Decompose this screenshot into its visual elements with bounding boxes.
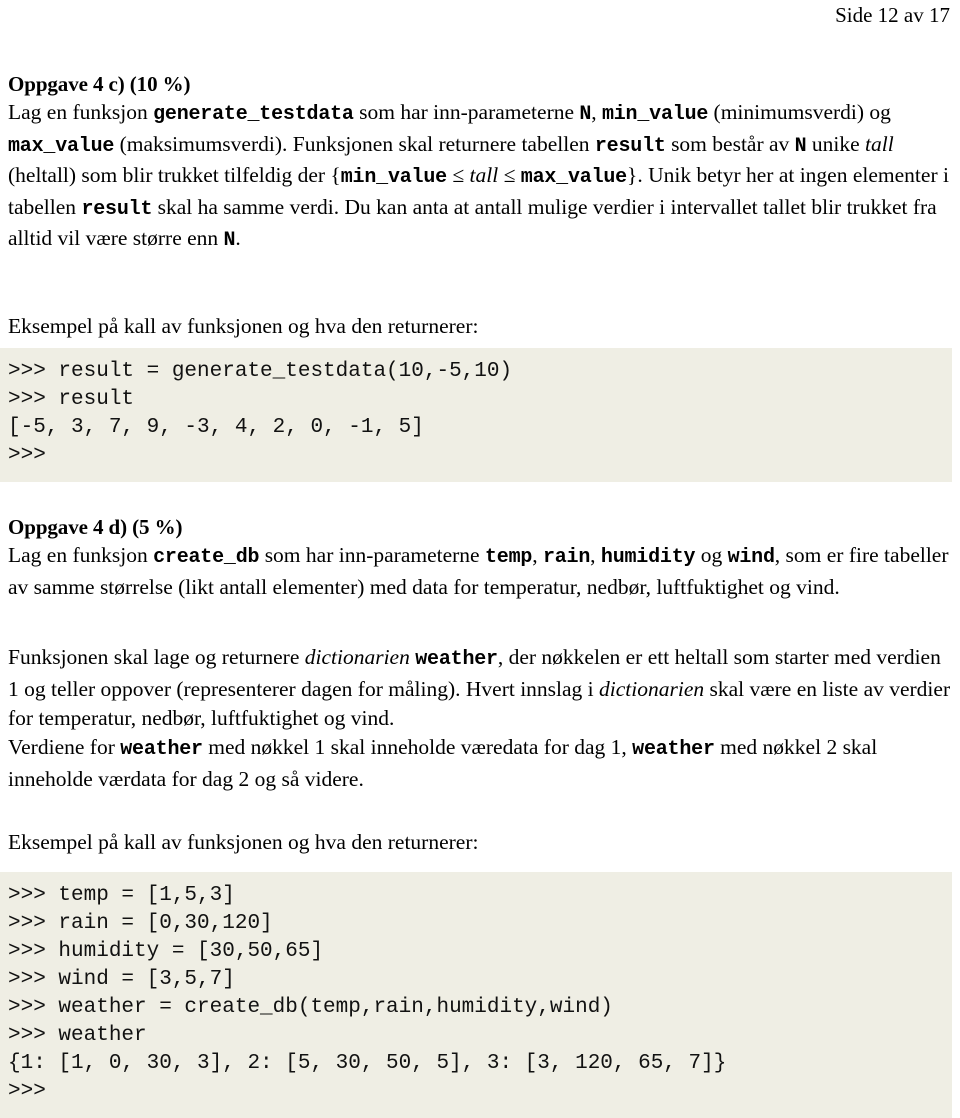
text-run: (maksimumsverdi). Funksjonen skal return…: [114, 131, 595, 156]
code-token-weather: weather: [415, 648, 498, 671]
code-token-result: result: [594, 134, 666, 158]
less-equal-symbol-2: ≤: [498, 163, 521, 187]
less-equal-symbol: ≤: [446, 163, 470, 187]
text-run: Funksjonen skal lage og returnere: [8, 645, 305, 669]
task-4d-paragraph-3: Verdiene for weather med nøkkel 1 skal i…: [8, 733, 952, 794]
code-token-n-3: N: [223, 229, 236, 252]
code-token-min-value: min_value: [601, 103, 709, 126]
text-run: ,: [532, 543, 543, 567]
code-token-generate-testdata: generate_testdata: [153, 103, 354, 126]
code-token-min-value-2: min_value: [340, 166, 447, 189]
example-label-4d-wrap: Eksempel på kall av funksjonen og hva de…: [8, 828, 952, 858]
code-token-weather-2: weather: [120, 738, 203, 761]
code-token-humidity: humidity: [600, 546, 696, 569]
text-run: som har inn-parameterne: [353, 100, 580, 124]
text-run: Lag en funksjon: [8, 543, 154, 567]
text-run: og: [695, 543, 728, 567]
text-run: {: [330, 163, 341, 187]
text-run: som består av: [665, 131, 795, 156]
text-run: Lag en funksjon: [8, 100, 154, 124]
text-run: }: [626, 163, 638, 187]
example-label-4d: Eksempel på kall av funksjonen og hva de…: [8, 830, 479, 854]
emphasis-dictionarien: dictionarien: [304, 645, 410, 669]
text-run: (heltall) som blir trukket tilfeldig der: [8, 163, 331, 187]
task-4c-body: Lag en funksjon generate_testdata som ha…: [8, 98, 952, 256]
task-4d-paragraph-3-wrap: Verdiene for weather med nøkkel 1 skal i…: [8, 733, 952, 794]
page-number-header: Side 12 av 17: [835, 3, 950, 27]
code-block-4d: >>> temp = [1,5,3] >>> rain = [0,30,120]…: [0, 872, 952, 1118]
text-run: ,: [590, 543, 601, 567]
example-label-4c: Eksempel på kall av funksjonen og hva de…: [8, 314, 479, 338]
code-block-4c: >>> result = generate_testdata(10,-5,10)…: [0, 348, 952, 482]
text-run: som har inn-parameterne: [259, 543, 485, 567]
code-block-4c-wrap: >>> result = generate_testdata(10,-5,10)…: [0, 348, 952, 482]
code-token-rain: rain: [542, 546, 591, 569]
document-page: Side 12 av 17 Oppgave 4 c) (10 %) Lag en…: [0, 0, 960, 1118]
text-run: Verdiene for: [8, 735, 121, 759]
code-token-weather-3: weather: [632, 738, 715, 761]
code-token-max-value-2: max_value: [520, 166, 627, 189]
task-4c-heading: Oppgave 4 c) (10 %): [8, 72, 191, 96]
emphasis-tall: tall: [865, 131, 894, 156]
text-run: med nøkkel 1 skal inneholde væredata for…: [202, 735, 633, 759]
text-run: unike: [806, 131, 865, 156]
code-token-create-db: create_db: [153, 546, 260, 569]
code-token-n-2: N: [794, 134, 807, 158]
task-4c-section: Oppgave 4 c) (10 %) Lag en funksjon gene…: [8, 70, 952, 256]
code-token-wind: wind: [727, 546, 775, 569]
task-4d-paragraph-2-wrap: Funksjonen skal lage og returnere dictio…: [8, 643, 952, 734]
code-token-result-2: result: [81, 197, 153, 221]
text-run: .: [235, 226, 241, 250]
code-token-n: N: [579, 103, 592, 126]
emphasis-dictionarien-2: dictionarien: [599, 676, 705, 701]
example-label-4c-wrap: Eksempel på kall av funksjonen og hva de…: [8, 312, 952, 342]
task-4d-paragraph-2: Funksjonen skal lage og returnere dictio…: [8, 643, 952, 734]
text-run: (minimumsverdi) og: [708, 100, 891, 124]
task-4d-heading: Oppgave 4 d) (5 %): [8, 515, 183, 539]
task-4d-section: Oppgave 4 d) (5 %) Lag en funksjon creat…: [8, 513, 952, 602]
task-4d-paragraph-1: Lag en funksjon create_db som har inn-pa…: [8, 541, 952, 602]
code-block-4d-wrap: >>> temp = [1,5,3] >>> rain = [0,30,120]…: [0, 872, 952, 1118]
emphasis-tall-2: tall: [469, 163, 499, 187]
code-token-max-value: max_value: [8, 134, 115, 158]
code-token-temp: temp: [484, 546, 533, 569]
text-run: ,: [591, 100, 602, 124]
